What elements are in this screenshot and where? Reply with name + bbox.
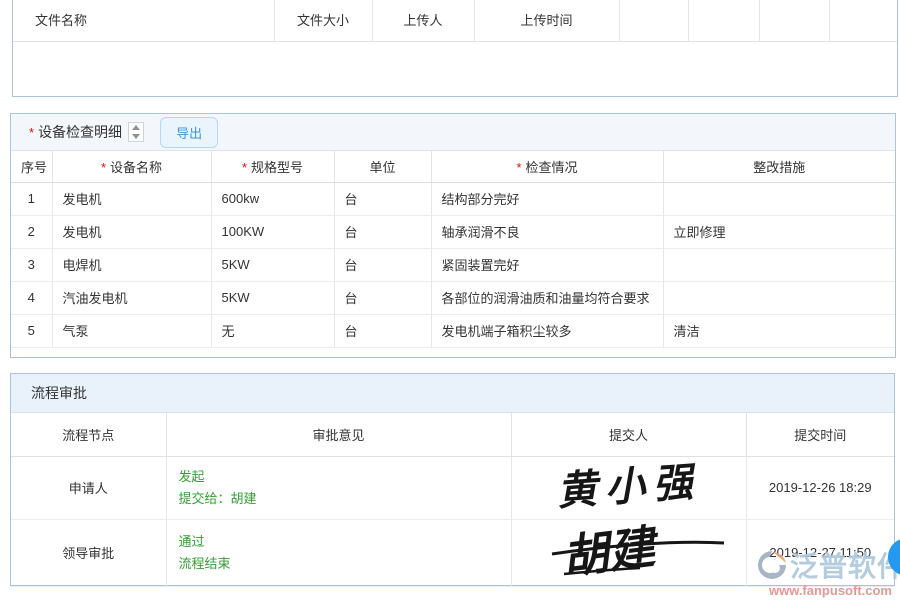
col-index: 序号 [11,151,52,182]
col-approval-opinion: 审批意见 [166,413,511,456]
col-equipment-name: *设备名称 [52,151,211,182]
cell-corrective-measures: 清洁 [663,314,895,347]
cell-equipment-name: 电焊机 [52,248,211,281]
cell-signature: 胡建 [511,519,746,586]
sort-spinner-icon[interactable] [128,122,144,142]
approval-section-title: 流程审批 [31,383,87,403]
opinion-line-1: 发起 [179,466,501,488]
cell-spec-model: 600kw [211,182,334,215]
required-asterisk: * [29,125,34,140]
equipment-row[interactable]: 5 气泵 无 台 发电机端子箱积尘较多 清洁 [11,314,895,347]
approval-table: 流程节点 审批意见 提交人 提交时间 申请人 发起 提交给：胡建 黄小强 201… [11,413,894,587]
cell-submit-time: 2019-12-26 18:29 [746,456,894,519]
approval-row: 领导审批 通过 流程结束 胡建 2019-12-27 11:50 [11,519,894,586]
cell-flow-node: 申请人 [11,456,166,519]
col-spec-model: *规格型号 [211,151,334,182]
equipment-section-title: 设备检查明细 [38,122,122,142]
cell-corrective-measures [663,248,895,281]
cell-index: 1 [11,182,52,215]
cell-unit: 台 [334,215,431,248]
col-unit: 单位 [334,151,431,182]
empty-header-cell [829,0,897,41]
cell-index: 5 [11,314,52,347]
cell-equipment-name: 气泵 [52,314,211,347]
equipment-row[interactable]: 3 电焊机 5KW 台 紧固装置完好 [11,248,895,281]
col-flow-node: 流程节点 [11,413,166,456]
cell-approval-opinion: 通过 流程结束 [166,519,511,586]
col-uploader: 上传人 [372,0,474,41]
cell-inspection-status: 轴承润滑不良 [431,215,663,248]
required-asterisk: * [516,160,521,175]
col-file-size: 文件大小 [274,0,372,41]
approval-header-row: 流程节点 审批意见 提交人 提交时间 [11,413,894,456]
cell-corrective-measures [663,182,895,215]
attachments-table: 文件名称 文件大小 上传人 上传时间 [13,0,897,42]
cell-inspection-status: 紧固装置完好 [431,248,663,281]
cell-corrective-measures: 立即修理 [663,215,895,248]
equipment-row[interactable]: 1 发电机 600kw 台 结构部分完好 [11,182,895,215]
attachments-panel: 文件名称 文件大小 上传人 上传时间 [12,0,898,97]
opinion-line-1: 通过 [179,531,501,553]
empty-header-cell [619,0,688,41]
cell-unit: 台 [334,248,431,281]
col-submit-time: 提交时间 [746,413,894,456]
equipment-table-footer-strip [11,348,895,357]
signature-image-huang-xiaoqiang: 黄小强 [524,460,734,516]
equipment-header-row: 序号 *设备名称 *规格型号 单位 *检查情况 整改措施 [11,151,895,182]
required-asterisk: * [242,160,247,175]
equipment-inspection-panel: * 设备检查明细 导出 序号 *设备名称 *规格型号 单位 *检查情况 整改措施… [10,113,896,358]
required-asterisk: * [101,160,106,175]
cell-spec-model: 5KW [211,248,334,281]
cell-index: 4 [11,281,52,314]
cell-unit: 台 [334,182,431,215]
cell-spec-model: 5KW [211,281,334,314]
svg-text:黄小强: 黄小强 [555,460,702,514]
cell-submit-time: 2019-12-27 11:50 [746,519,894,586]
cell-equipment-name: 发电机 [52,215,211,248]
cell-spec-model: 100KW [211,215,334,248]
cell-inspection-status: 结构部分完好 [431,182,663,215]
equipment-table: 序号 *设备名称 *规格型号 单位 *检查情况 整改措施 1 发电机 600kw… [11,151,895,348]
cell-approval-opinion: 发起 提交给：胡建 [166,456,511,519]
equipment-section-header: * 设备检查明细 导出 [11,114,895,151]
cell-equipment-name: 发电机 [52,182,211,215]
signature-image-hu-jian: 胡建 [524,520,734,586]
cell-unit: 台 [334,281,431,314]
cell-unit: 台 [334,314,431,347]
cell-equipment-name: 汽油发电机 [52,281,211,314]
cell-index: 3 [11,248,52,281]
cell-flow-node: 领导审批 [11,519,166,586]
col-inspection-status: *检查情况 [431,151,663,182]
attachments-header-row: 文件名称 文件大小 上传人 上传时间 [13,0,897,41]
cell-corrective-measures [663,281,895,314]
equipment-row[interactable]: 4 汽油发电机 5KW 台 各部位的润滑油质和油量均符合要求 [11,281,895,314]
col-corrective-measures: 整改措施 [663,151,895,182]
cell-index: 2 [11,215,52,248]
export-button[interactable]: 导出 [160,117,218,148]
empty-header-cell [688,0,759,41]
opinion-line-2: 流程结束 [179,553,501,575]
col-upload-time: 上传时间 [474,0,619,41]
approval-flow-panel: 流程审批 流程节点 审批意见 提交人 提交时间 申请人 发起 提交给：胡建 黄小… [10,373,895,586]
cell-inspection-status: 发电机端子箱积尘较多 [431,314,663,347]
cell-inspection-status: 各部位的润滑油质和油量均符合要求 [431,281,663,314]
col-file-name: 文件名称 [13,0,274,41]
equipment-row[interactable]: 2 发电机 100KW 台 轴承润滑不良 立即修理 [11,215,895,248]
opinion-line-2: 提交给：胡建 [179,488,501,510]
approval-section-header: 流程审批 [11,374,894,413]
cell-spec-model: 无 [211,314,334,347]
empty-header-cell [759,0,829,41]
cell-signature: 黄小强 [511,456,746,519]
col-submitter: 提交人 [511,413,746,456]
approval-row: 申请人 发起 提交给：胡建 黄小强 2019-12-26 18:29 [11,456,894,519]
